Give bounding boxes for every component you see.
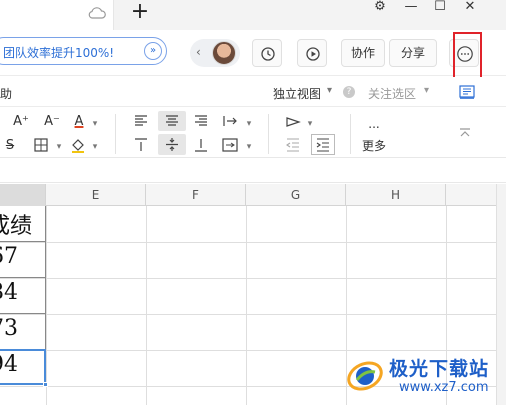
- document-icon[interactable]: [459, 85, 475, 99]
- title-bar: + ⚙ — ☐ ✕: [0, 0, 506, 30]
- selected-cell[interactable]: [0, 349, 46, 385]
- cell-score-1[interactable]: 67: [0, 244, 18, 269]
- chevron-down-icon[interactable]: ▾: [327, 85, 332, 96]
- cell-border: [0, 277, 46, 278]
- grid-line: [0, 314, 496, 315]
- view-bar: 助 独立视图 ▾ ? 关注选区 ▾: [0, 77, 506, 107]
- toolbar-divider: [115, 114, 116, 154]
- align-bottom-icon[interactable]: [194, 138, 208, 152]
- close-button[interactable]: ✕: [458, 0, 482, 16]
- column-header-f[interactable]: F: [146, 184, 246, 206]
- align-right-icon[interactable]: [194, 115, 208, 127]
- watermark-name: 极光下载站: [389, 358, 490, 380]
- grid-line: [0, 242, 496, 243]
- merge-cells-icon[interactable]: [222, 138, 238, 152]
- share-button[interactable]: 分享: [389, 39, 437, 67]
- border-icon[interactable]: [34, 138, 48, 152]
- chevron-down-icon[interactable]: ▾: [90, 116, 100, 132]
- cell-border: [0, 241, 46, 242]
- column-headers: E F G H: [0, 184, 506, 206]
- cell-score-header[interactable]: 成绩: [0, 208, 52, 240]
- grid-line: [246, 206, 247, 405]
- fill-handle[interactable]: [43, 382, 48, 387]
- grid-line: [0, 278, 496, 279]
- chevron-down-icon[interactable]: ▾: [54, 139, 64, 155]
- collapse-toolbar-icon[interactable]: [459, 128, 471, 138]
- chevron-down-icon[interactable]: ▾: [424, 85, 429, 96]
- history-icon: [261, 47, 275, 61]
- cell-border: [0, 313, 46, 314]
- play-button[interactable]: [297, 39, 327, 67]
- collaborators-pill[interactable]: ‹: [190, 39, 240, 67]
- help-icon[interactable]: ?: [343, 86, 355, 98]
- font-grow-button[interactable]: A⁺: [12, 114, 30, 130]
- cell-score-2[interactable]: 84: [0, 280, 18, 305]
- promo-banner-text: 团队效率提升100%!: [3, 46, 115, 60]
- promo-banner[interactable]: 团队效率提升100%! »: [0, 37, 167, 65]
- column-header-g[interactable]: G: [246, 184, 346, 206]
- align-left-icon[interactable]: [134, 115, 148, 127]
- chevron-down-icon[interactable]: ▾: [90, 139, 100, 155]
- focus-area-button[interactable]: 关注选区: [368, 85, 416, 102]
- document-tab[interactable]: [0, 0, 114, 30]
- watermark: 极光下载站 www.xz7.com: [345, 352, 505, 402]
- cloud-icon: [88, 7, 106, 19]
- align-center-button[interactable]: [158, 111, 186, 131]
- align-middle-button[interactable]: [158, 134, 186, 155]
- toolbar-divider: [268, 114, 269, 154]
- column-header-h[interactable]: H: [346, 184, 446, 206]
- more-tools-button[interactable]: 更多: [360, 138, 388, 154]
- history-button[interactable]: [252, 39, 282, 67]
- font-shrink-button[interactable]: A⁻: [42, 114, 62, 130]
- more-dots[interactable]: ...: [364, 116, 384, 132]
- fill-color-icon[interactable]: [70, 137, 86, 153]
- chevron-left-icon[interactable]: ‹: [196, 45, 201, 59]
- chevron-right-icon[interactable]: »: [144, 42, 162, 60]
- increase-indent-button[interactable]: [311, 134, 335, 155]
- column-header-e[interactable]: E: [46, 184, 146, 206]
- header-row: 团队效率提升100%! » ‹ 协作 分享: [0, 30, 506, 76]
- avatar[interactable]: [212, 41, 236, 65]
- column-header-d[interactable]: [0, 184, 46, 206]
- collaborate-button[interactable]: 协作: [341, 39, 385, 67]
- align-center-icon: [166, 115, 178, 126]
- chevron-down-icon[interactable]: ▾: [244, 139, 254, 155]
- view-bar-left-label: 助: [0, 87, 13, 101]
- formatting-toolbar: A⁺ A⁻ A ▾ S ▾ ▾ ▾ ▾ ▾ ... 更多: [0, 108, 506, 158]
- indent-arrow-icon[interactable]: [222, 114, 240, 128]
- font-color-button[interactable]: A: [72, 114, 86, 130]
- increase-indent-icon: [316, 138, 329, 152]
- maximize-button[interactable]: ☐: [428, 0, 452, 16]
- watermark-url: www.xz7.com: [399, 380, 489, 395]
- decrease-indent-icon[interactable]: [286, 138, 300, 152]
- chevron-down-icon[interactable]: ▾: [244, 116, 254, 132]
- play-icon: [306, 47, 320, 61]
- toolbar-divider: [350, 114, 351, 154]
- minimize-button[interactable]: —: [399, 0, 423, 16]
- independent-view-button[interactable]: 独立视图: [273, 85, 321, 102]
- settings-icon[interactable]: ⚙: [368, 0, 392, 16]
- align-top-icon[interactable]: [134, 138, 148, 152]
- formula-bar[interactable]: [0, 159, 506, 183]
- grid-line: [0, 350, 496, 351]
- new-tab-button[interactable]: +: [128, 1, 152, 25]
- align-middle-icon: [166, 138, 178, 151]
- column-header-i[interactable]: [446, 184, 496, 206]
- chevron-down-icon[interactable]: ▾: [305, 116, 315, 132]
- watermark-logo-icon: [347, 361, 383, 391]
- grid-line: [146, 206, 147, 405]
- strikethrough-button[interactable]: S: [4, 138, 16, 154]
- cell-score-3[interactable]: 73: [0, 316, 18, 341]
- text-direction-icon[interactable]: [285, 114, 303, 130]
